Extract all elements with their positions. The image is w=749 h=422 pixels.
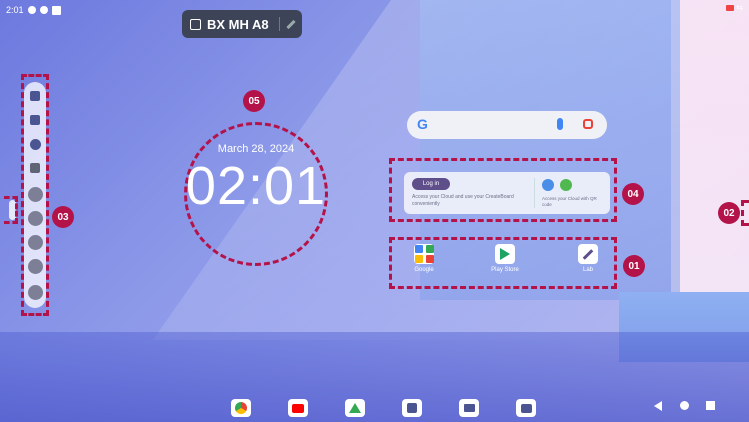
google-lens-icon[interactable] xyxy=(583,119,593,129)
app-lab[interactable]: Lab xyxy=(558,244,618,273)
badge-05: 05 xyxy=(243,90,265,112)
edit-pen-icon[interactable] xyxy=(286,19,296,29)
youtube-icon xyxy=(292,403,304,413)
toolbar-files-button[interactable] xyxy=(27,112,43,128)
toolbar-whiteboard-button[interactable] xyxy=(27,88,43,104)
app-label: Play Store xyxy=(491,267,519,273)
files-icon xyxy=(520,403,532,413)
clock-date: March 28, 2024 xyxy=(217,143,295,155)
taskbar-display[interactable] xyxy=(459,399,479,417)
google-search-bar[interactable]: G xyxy=(407,111,607,139)
badge-04: 04 xyxy=(622,183,644,205)
microphone-icon[interactable] xyxy=(557,118,563,130)
toolbar-apps-button[interactable] xyxy=(27,160,43,176)
files-icon xyxy=(30,115,40,125)
globe-icon xyxy=(29,138,41,150)
device-icon xyxy=(190,18,201,30)
apps-grid-icon xyxy=(30,163,40,173)
nav-home-button[interactable] xyxy=(680,401,690,411)
cloud-icon[interactable] xyxy=(542,179,554,191)
whiteboard-icon xyxy=(30,91,40,101)
chrome-icon xyxy=(235,402,247,414)
app-play-store[interactable]: Play Store xyxy=(475,244,535,273)
callout-left-edge xyxy=(4,196,18,224)
google-apps-folder-icon xyxy=(414,244,434,264)
toolbar-screen-share-button[interactable] xyxy=(27,186,43,202)
back-icon xyxy=(654,401,662,411)
taskbar-youtube[interactable] xyxy=(288,399,308,417)
pill-divider xyxy=(278,17,280,31)
toolbar-screenshot-button[interactable] xyxy=(27,258,43,274)
badge-02: 02 xyxy=(718,202,740,224)
device-name-pill[interactable]: BX MH A8 xyxy=(182,10,302,38)
left-toolbar xyxy=(24,82,46,308)
cloud-divider xyxy=(534,178,535,208)
cast-icon xyxy=(726,4,735,11)
app-label: Google xyxy=(414,267,434,273)
screen-share-icon xyxy=(27,186,43,202)
settings-icon xyxy=(27,6,36,14)
home-icon xyxy=(680,401,689,410)
nav-back-button[interactable] xyxy=(654,401,664,411)
cloud-description: Access your Cloud and use your CreateBoa… xyxy=(412,194,514,207)
taskbar-files[interactable] xyxy=(516,399,536,417)
lab-icon xyxy=(578,244,598,264)
square-icon xyxy=(51,5,61,15)
toolbar-browser-button[interactable] xyxy=(27,136,43,152)
nav-recents-button[interactable] xyxy=(706,401,716,411)
toolbar-more-button[interactable] xyxy=(27,284,43,300)
google-logo-icon: G xyxy=(417,116,428,132)
qr-text: Access your Cloud with QR code xyxy=(542,196,597,207)
taskbar-drive[interactable] xyxy=(345,399,365,417)
callout-right-edge xyxy=(741,200,749,226)
toolbar-pen-button[interactable] xyxy=(27,210,43,226)
badge-01: 01 xyxy=(623,255,645,277)
login-button[interactable]: Log in xyxy=(412,178,450,190)
device-name: BX MH A8 xyxy=(207,16,269,32)
drive-icon xyxy=(349,403,361,413)
drive-icon[interactable] xyxy=(560,179,572,191)
status-time: 2:01 xyxy=(6,5,24,15)
clock-time: 02:01 xyxy=(185,156,327,216)
system-tray: ⇆ xyxy=(726,3,743,12)
screenshot-icon xyxy=(27,258,43,274)
play-store-icon xyxy=(495,244,515,264)
status-bar: 2:01 xyxy=(6,3,61,17)
pen-icon xyxy=(27,210,43,226)
badge-03: 03 xyxy=(52,206,74,228)
whiteboard-icon xyxy=(407,403,417,413)
network-icon xyxy=(39,6,48,14)
display-icon xyxy=(463,404,475,412)
app-label: Lab xyxy=(582,267,593,273)
taskbar-whiteboard[interactable] xyxy=(402,399,422,417)
taskbar-chrome[interactable] xyxy=(231,399,251,417)
more-icon xyxy=(27,284,43,300)
network-arrows-icon: ⇆ xyxy=(736,3,743,12)
wallpaper xyxy=(0,0,749,422)
wallpaper-floor xyxy=(0,332,749,422)
hourglass-icon xyxy=(27,234,43,250)
toolbar-timer-button[interactable] xyxy=(27,234,43,250)
app-google[interactable]: Google xyxy=(394,244,454,273)
recents-icon xyxy=(706,401,715,410)
app-shortcuts: Google Play Store Lab xyxy=(394,244,614,288)
cloud-widget: Log in Access your Cloud and use your Cr… xyxy=(404,172,610,214)
